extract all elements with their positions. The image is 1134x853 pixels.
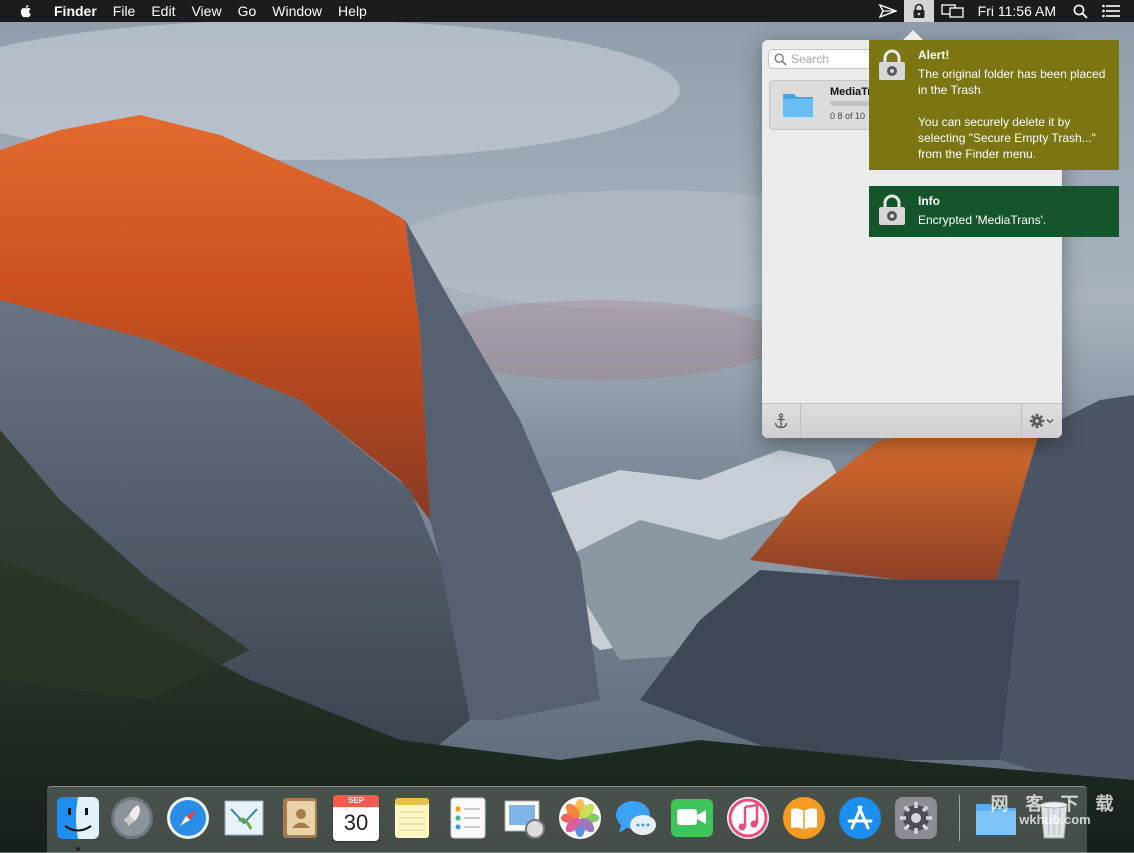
gear-icon [1029,413,1054,429]
dock: SEP 30 [47,786,1087,853]
paper-plane-icon [878,4,897,18]
running-indicator [76,847,80,851]
display-icon [941,4,964,18]
spotlight-status-item[interactable] [1066,0,1095,22]
dock-separator [959,795,960,841]
itunes-icon[interactable] [725,795,771,841]
menu-view[interactable]: View [183,0,229,22]
reminders-icon[interactable] [445,795,491,841]
messages-icon[interactable] [613,795,659,841]
contacts-icon[interactable] [277,795,323,841]
display-status-item[interactable] [934,0,972,22]
calendar-icon[interactable]: SEP 30 [333,795,379,841]
menu-app-finder[interactable]: Finder [48,0,105,22]
file-size-text: 0 8 of 10 [830,111,866,121]
preview-icon[interactable] [501,795,547,841]
lock-icon [913,3,925,18]
paper-plane-status-item[interactable] [872,0,904,22]
popover-footer [762,403,1062,438]
notification-message: The original folder has been placed in t… [918,67,1106,161]
menu-file[interactable]: File [105,0,144,22]
menu-help[interactable]: Help [330,0,375,22]
notes-icon[interactable] [389,795,435,841]
watermark-line-1: 网 客 下 载 [990,794,1120,814]
menu-window[interactable]: Window [264,0,330,22]
app-store-icon[interactable] [837,795,883,841]
lock-icon [879,194,905,225]
menu-clock[interactable]: Fri 11:56 AM [972,0,1066,22]
status-area: Fri 11:56 AM [872,0,1134,22]
notification-title: Info [918,194,940,208]
settings-button[interactable] [1021,404,1062,438]
notification-message: Encrypted 'MediaTrans'. [918,213,1047,227]
finder-icon[interactable] [55,795,101,841]
safari-icon[interactable] [165,795,211,841]
system-preferences-icon[interactable] [893,795,939,841]
menu-edit[interactable]: Edit [143,0,183,22]
watermark: 网 客 下 载 wkhub.com [990,794,1120,827]
calendar-day: 30 [343,810,369,835]
info-notification[interactable]: Info Encrypted 'MediaTrans'. [869,186,1119,237]
calendar-month: SEP [333,795,379,807]
launchpad-icon[interactable] [109,795,155,841]
facetime-icon[interactable] [669,795,715,841]
list-icon [1102,4,1120,18]
lock-status-item[interactable] [903,0,934,22]
anchor-button[interactable] [762,404,801,438]
menu-bar: Finder File Edit View Go Window Help Fri… [0,0,1134,22]
notification-title: Alert! [918,48,950,62]
lock-icon [879,49,905,80]
popover-arrow [903,30,923,40]
apple-logo-icon[interactable] [18,3,34,19]
mail-icon[interactable] [221,795,267,841]
alert-notification[interactable]: Alert! The original folder has been plac… [869,40,1119,170]
photos-icon[interactable] [557,795,603,841]
ibooks-icon[interactable] [781,795,827,841]
menu-go[interactable]: Go [230,0,265,22]
anchor-icon [774,413,788,429]
folder-icon [783,94,813,117]
search-icon [1073,4,1088,19]
search-icon [774,53,787,66]
watermark-line-2: wkhub.com [1019,812,1091,827]
notification-center-status-item[interactable] [1095,0,1134,22]
